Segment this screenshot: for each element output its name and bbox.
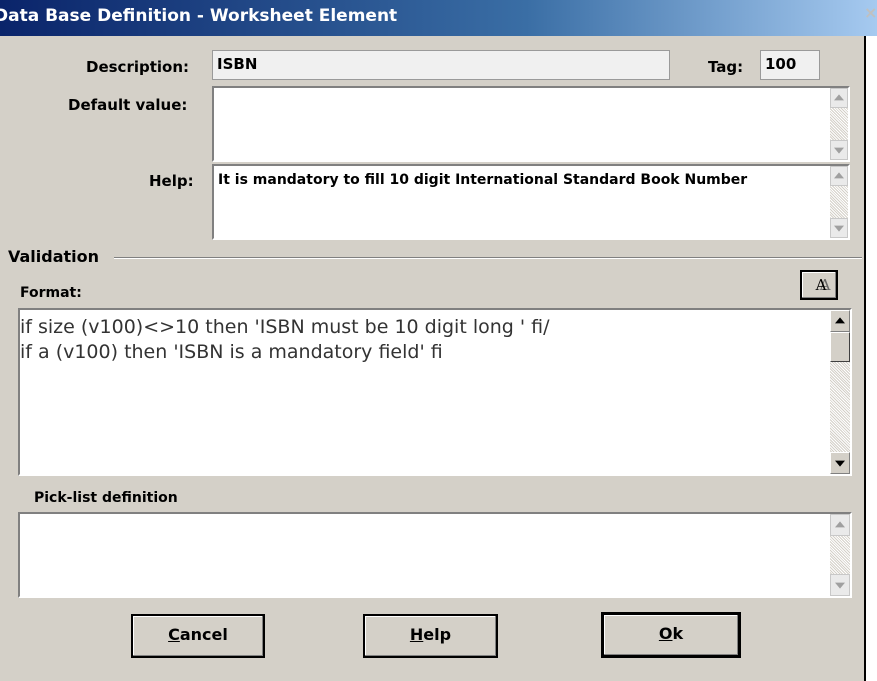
help-scroll-down[interactable]: [830, 218, 848, 238]
tag-label: Tag:: [708, 58, 744, 76]
description-value: ISBN: [217, 55, 258, 73]
format-line-1: if size (v100)<>10 then 'ISBN must be 10…: [20, 316, 550, 338]
help-text: It is mandatory to fill 10 digit Interna…: [218, 172, 748, 188]
close-icon[interactable]: ×: [864, 3, 877, 31]
help-textarea[interactable]: It is mandatory to fill 10 digit Interna…: [212, 164, 850, 240]
help-label-text: elp: [423, 625, 452, 644]
picklist-scroll-up[interactable]: [830, 514, 850, 536]
cancel-mnemonic: C: [168, 625, 180, 644]
arrow-down-icon: [834, 147, 844, 154]
arrow-up-icon: [834, 94, 844, 101]
help-mnemonic: H: [409, 625, 424, 644]
help-scrollbar[interactable]: [830, 166, 848, 238]
picklist-textarea[interactable]: [18, 512, 852, 598]
default-value-textarea[interactable]: [212, 86, 850, 162]
arrow-down-icon: [835, 460, 845, 467]
help-button[interactable]: Help: [363, 614, 498, 658]
ok-mnemonic: O: [658, 624, 673, 643]
help-label: Help:: [149, 172, 194, 190]
cancel-button[interactable]: Cancel: [131, 614, 265, 658]
format-label: Format:: [20, 285, 82, 301]
picklist-label: Pick-list definition: [34, 490, 178, 506]
default-scroll-up[interactable]: [830, 88, 848, 108]
arrow-up-icon: [834, 172, 844, 179]
format-scroll-thumb[interactable]: [830, 332, 850, 362]
arrow-down-icon: [834, 225, 844, 232]
format-textarea[interactable]: if size (v100)<>10 then 'ISBN must be 10…: [18, 308, 852, 476]
format-scroll-up[interactable]: [830, 310, 850, 332]
validation-group-label: Validation: [8, 247, 100, 266]
cancel-label: ancel: [179, 625, 228, 644]
window-title: Data Base Definition - Worksheet Element: [0, 6, 398, 26]
description-label: Description:: [86, 58, 190, 76]
title-bar[interactable]: Data Base Definition - Worksheet Element…: [0, 0, 877, 36]
ok-button[interactable]: Ok: [601, 612, 741, 658]
default-value-scrollbar[interactable]: [830, 88, 848, 160]
tag-value: 100: [765, 55, 797, 73]
picklist-scroll-down[interactable]: [830, 574, 850, 596]
ok-label: k: [672, 624, 684, 643]
tag-input[interactable]: 100: [760, 50, 820, 80]
format-line-2: if a (v100) then 'ISBN is a mandatory fi…: [20, 341, 443, 363]
font-icon: A: [815, 276, 827, 294]
description-input[interactable]: ISBN: [212, 50, 670, 80]
format-scroll-down[interactable]: [830, 452, 850, 474]
picklist-scrollbar[interactable]: [830, 514, 850, 596]
help-scroll-up[interactable]: [830, 166, 848, 186]
format-scrollbar[interactable]: [830, 310, 850, 474]
arrow-up-icon: [835, 317, 845, 324]
validation-group-line-highlight: [114, 258, 862, 259]
default-value-label: Default value:: [68, 96, 188, 114]
font-button[interactable]: A: [800, 270, 838, 300]
arrow-down-icon: [835, 582, 845, 589]
default-scroll-down[interactable]: [830, 140, 848, 160]
arrow-up-icon: [835, 521, 845, 528]
